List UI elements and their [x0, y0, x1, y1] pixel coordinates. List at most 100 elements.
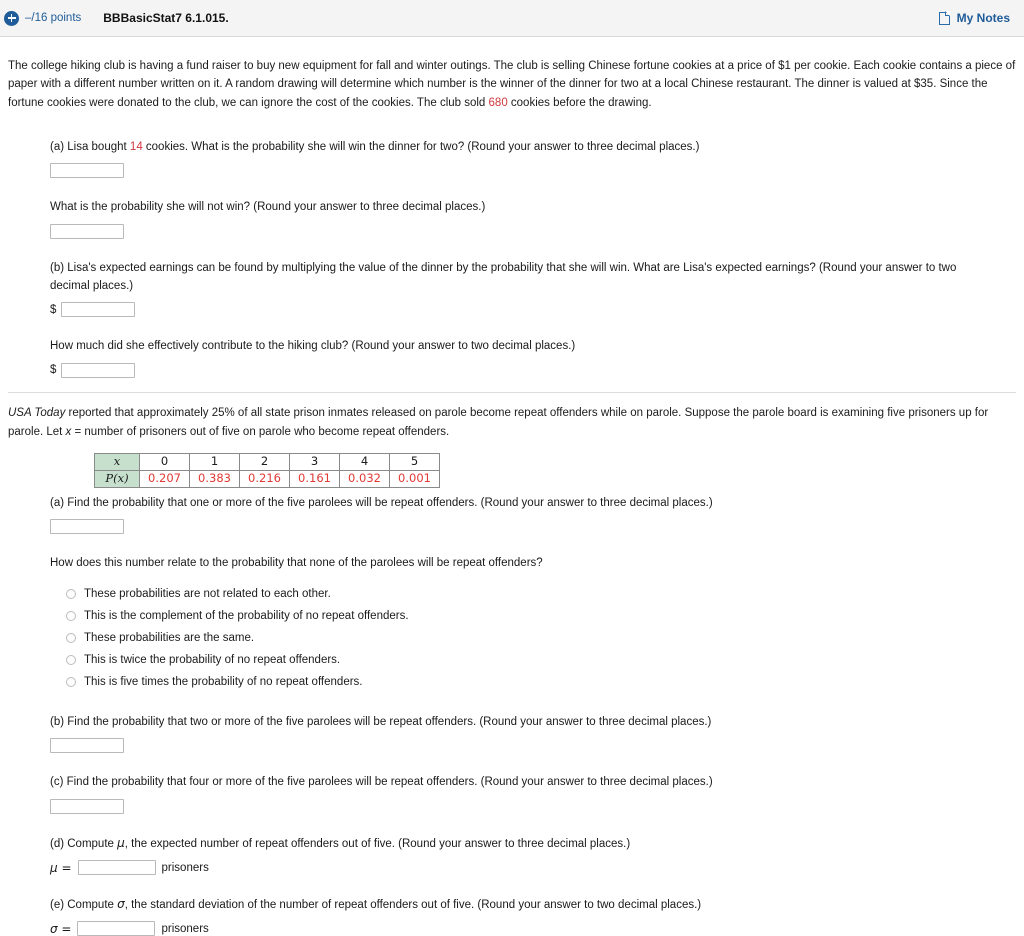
section-divider: [8, 391, 1016, 393]
table-row-px: P(x) 0.207 0.383 0.216 0.161 0.032 0.001: [94, 470, 440, 489]
probability-distribution-table: x 0 1 2 3 4 5 P(x) 0.207 0.383 0.216 0.1…: [94, 453, 440, 489]
question-1b2-text: How much did she effectively contribute …: [50, 340, 576, 353]
problem-2: USA Today reported that approximately 25…: [8, 404, 1016, 936]
answer-row-1b2: $: [50, 362, 1016, 378]
table-header-x: x: [94, 453, 140, 472]
question-2e-pre: (e) Compute: [50, 899, 118, 912]
question-1a2-text: What is the probability she will not win…: [50, 201, 486, 214]
table-cell-p-5: 0.001: [389, 470, 440, 489]
answer-options-group: These probabilities are not related to e…: [66, 583, 1016, 693]
question-1a-post: cookies. What is the probability she wil…: [142, 140, 700, 153]
question-1a-text: (a) Lisa bought 14 cookies. What is the …: [50, 138, 1016, 156]
question-2e-text: (e) Compute σ, the standard deviation of…: [50, 895, 1016, 914]
radio-option-3[interactable]: This is twice the probability of no repe…: [66, 649, 1016, 671]
mu-equals-label: μ =: [50, 860, 72, 875]
answer-input-1a2[interactable]: [50, 223, 124, 239]
answer-input-2e[interactable]: [77, 921, 156, 936]
unit-label-2e: prisoners: [161, 922, 209, 935]
problem-1: The college hiking club is having a fund…: [8, 57, 1016, 378]
answer-input-2a[interactable]: [50, 519, 124, 535]
answer-row-2d: μ = prisoners: [50, 860, 1016, 876]
answer-input-1b2[interactable]: [61, 362, 136, 378]
radio-circle-icon-0[interactable]: [66, 588, 76, 599]
radio-option-label-3: This is twice the probability of no repe…: [84, 653, 341, 666]
cookies-sold-value: 680: [488, 96, 508, 109]
points-label: –/16 points: [25, 12, 82, 24]
radio-circle-icon-2[interactable]: [66, 632, 76, 643]
answer-input-1a[interactable]: [50, 163, 124, 179]
table-cell-x-1: 1: [189, 453, 240, 472]
radio-option-label-0: These probabilities are not related to e…: [84, 587, 331, 600]
source-publication: USA Today: [8, 407, 66, 420]
lisa-cookie-count: 14: [129, 140, 143, 153]
question-2c-text: (c) Find the probability that four or mo…: [50, 776, 713, 789]
answer-input-2b[interactable]: [50, 738, 124, 754]
question-2d-text: (d) Compute μ, the expected number of re…: [50, 834, 1016, 853]
table-cell-p-3: 0.161: [289, 470, 340, 489]
answer-row-1b: $: [50, 302, 1016, 318]
table-cell-x-2: 2: [239, 453, 290, 472]
problem-1-questions: (a) Lisa bought 14 cookies. What is the …: [50, 138, 1016, 378]
radio-option-0[interactable]: These probabilities are not related to e…: [66, 583, 1016, 605]
table-header-px: P(x): [94, 470, 140, 489]
probability-distribution-table-wrap: x 0 1 2 3 4 5 P(x) 0.207 0.383 0.216 0.1…: [94, 453, 1016, 489]
problem-2-intro: USA Today reported that approximately 25…: [8, 404, 1016, 441]
my-notes-button[interactable]: My Notes: [938, 11, 1010, 25]
answer-input-2d[interactable]: [77, 860, 156, 876]
dollar-sign-label-2: $: [50, 364, 57, 377]
unit-label-2d: prisoners: [161, 861, 209, 874]
question-2d-post: , the expected number of repeat offender…: [124, 837, 631, 850]
mu-symbol: μ: [117, 835, 125, 850]
radio-option-1[interactable]: This is the complement of the probabilit…: [66, 605, 1016, 627]
radio-option-4[interactable]: This is five times the probability of no…: [66, 671, 1016, 693]
expand-plus-icon[interactable]: [4, 10, 19, 26]
problem-1-intro: The college hiking club is having a fund…: [8, 57, 1016, 113]
radio-circle-icon-3[interactable]: [66, 654, 76, 665]
dollar-sign-label: $: [50, 303, 57, 316]
answer-input-1b[interactable]: [61, 302, 136, 318]
assignment-content: The college hiking club is having a fund…: [0, 37, 1024, 936]
intro-text-part2: cookies before the drawing.: [507, 96, 652, 109]
question-2d-pre: (d) Compute: [50, 837, 118, 850]
question-1a-pre: (a) Lisa bought: [50, 140, 130, 153]
radio-option-label-1: This is the complement of the probabilit…: [84, 609, 409, 622]
table-cell-p-0: 0.207: [139, 470, 190, 489]
radio-circle-icon-1[interactable]: [66, 610, 76, 621]
question-2e-post: , the standard deviation of the number o…: [124, 899, 702, 912]
sigma-equals-label: σ =: [50, 921, 72, 936]
table-cell-p-2: 0.216: [239, 470, 290, 489]
my-notes-label: My Notes: [956, 11, 1010, 25]
table-cell-p-1: 0.383: [189, 470, 240, 489]
answer-input-2c[interactable]: [50, 798, 124, 814]
radio-circle-icon-4[interactable]: [66, 676, 76, 687]
radio-option-2[interactable]: These probabilities are the same.: [66, 627, 1016, 649]
question-2a-relate-text: How does this number relate to the proba…: [50, 557, 543, 570]
table-cell-x-0: 0: [139, 453, 190, 472]
answer-row-2e: σ = prisoners: [50, 921, 1016, 936]
table-cell-x-5: 5: [389, 453, 440, 472]
problem-2-intro-tail: = number of prisoners out of five on par…: [71, 425, 450, 438]
assignment-header-bar: –/16 points BBBasicStat7 6.1.015. My Not…: [0, 0, 1024, 37]
table-cell-x-3: 3: [289, 453, 340, 472]
question-2b-text: (b) Find the probability that two or mor…: [50, 715, 712, 728]
problem-2-questions: (a) Find the probability that one or mor…: [50, 494, 1016, 936]
table-row-x: x 0 1 2 3 4 5: [94, 453, 440, 472]
question-2a-text: (a) Find the probability that one or mor…: [50, 497, 713, 510]
radio-option-label-4: This is five times the probability of no…: [84, 675, 363, 688]
table-cell-p-4: 0.032: [339, 470, 390, 489]
